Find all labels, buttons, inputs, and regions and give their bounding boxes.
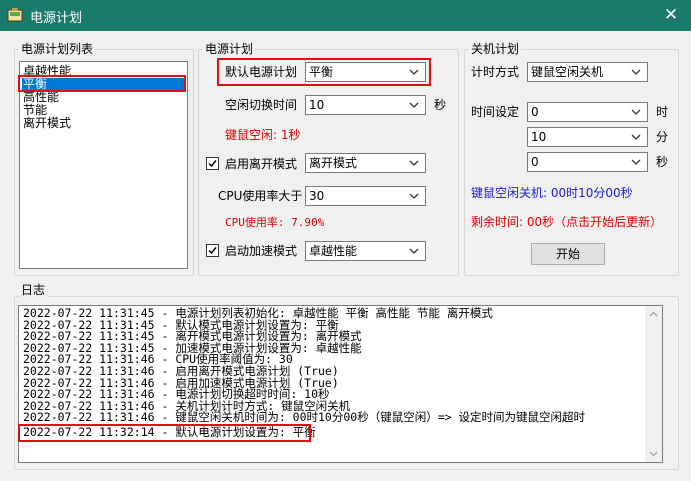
boost-mode-select[interactable]: 卓越性能 <box>305 241 426 261</box>
idle-status: 键鼠空闲: 1秒 <box>225 128 301 142</box>
default-plan-label: 默认电源计划 <box>225 65 298 79</box>
minutes-value: 10 <box>531 130 547 144</box>
chevron-down-icon <box>409 160 419 166</box>
cpu-threshold-value: 30 <box>309 189 325 203</box>
checkmark-icon <box>208 247 217 255</box>
timer-mode-value: 键鼠空闲关机 <box>531 65 604 79</box>
time-setting-label: 时间设定 <box>471 105 520 119</box>
cpu-threshold-select[interactable]: 30 <box>305 186 426 206</box>
hours-unit: 时 <box>656 105 669 119</box>
hours-select[interactable]: 0 <box>527 102 648 122</box>
default-plan-value: 平衡 <box>309 65 334 79</box>
minutes-select[interactable]: 10 <box>527 127 648 147</box>
start-button[interactable]: 开始 <box>531 243 605 265</box>
idle-switch-value: 10 <box>309 98 325 112</box>
plan-listbox[interactable]: 卓越性能 平衡 高性能 节能 离开模式 <box>19 61 188 269</box>
power-plan-label: 电源计划 <box>203 42 256 56</box>
chevron-down-icon <box>631 109 641 115</box>
window-title: 电源计划 <box>30 11 83 26</box>
shutdown-status: 键鼠空闲关机: 00时10分00秒 <box>471 186 633 200</box>
seconds-value: 0 <box>531 155 539 169</box>
chevron-down-icon <box>409 248 419 254</box>
shutdown-plan-label: 关机计划 <box>469 42 522 56</box>
selected-item-highlight <box>18 75 186 92</box>
minutes-unit: 分 <box>656 130 669 144</box>
remaining-status: 剩余时间: 00秒（点击开始后更新） <box>471 215 663 229</box>
last-log-line-highlight <box>18 424 311 442</box>
log-line: 2022-07-22 11:31:46 - 键鼠空闲关机时间为: 00时10分0… <box>23 410 585 425</box>
close-icon[interactable]: ✕ <box>651 0 691 31</box>
boost-mode-value: 卓越性能 <box>309 244 358 258</box>
chevron-down-icon <box>409 69 419 75</box>
seconds-select[interactable]: 0 <box>527 152 648 172</box>
checkmark-icon <box>208 160 217 168</box>
hours-value: 0 <box>531 105 539 119</box>
chevron-down-icon <box>631 159 641 165</box>
chevron-down-icon <box>631 69 641 75</box>
title-bar: 电源计划 ✕ <box>0 0 691 31</box>
log-scrollbar[interactable] <box>645 306 662 462</box>
timer-mode-label: 计时方式 <box>471 65 520 79</box>
plan-list-label: 电源计划列表 <box>19 42 96 56</box>
log-label: 日志 <box>19 283 48 297</box>
idle-switch-unit: 秒 <box>434 98 447 112</box>
list-item[interactable]: 离开模式 <box>23 117 71 130</box>
timer-mode-select[interactable]: 键鼠空闲关机 <box>527 62 648 82</box>
chevron-down-icon <box>409 102 419 108</box>
away-mode-value: 离开模式 <box>309 156 358 170</box>
idle-switch-label: 空闲切换时间 <box>225 98 298 112</box>
idle-switch-select[interactable]: 10 <box>305 95 426 115</box>
scroll-down-icon[interactable] <box>649 451 658 457</box>
away-mode-label: 启用离开模式 <box>225 157 298 171</box>
away-mode-select[interactable]: 离开模式 <box>305 153 426 173</box>
boost-mode-checkbox[interactable] <box>206 244 219 257</box>
default-plan-select[interactable]: 平衡 <box>305 62 426 82</box>
cpu-threshold-label: CPU使用率大于 <box>218 189 303 203</box>
seconds-unit: 秒 <box>656 155 669 169</box>
away-mode-checkbox[interactable] <box>206 157 219 170</box>
boost-mode-label: 启动加速模式 <box>225 244 298 258</box>
chevron-down-icon <box>631 134 641 140</box>
chevron-down-icon <box>409 193 419 199</box>
cpu-usage-status: CPU使用率: 7.90% <box>225 216 325 229</box>
power-plan-app-icon <box>7 8 23 22</box>
scroll-up-icon[interactable] <box>649 311 658 317</box>
